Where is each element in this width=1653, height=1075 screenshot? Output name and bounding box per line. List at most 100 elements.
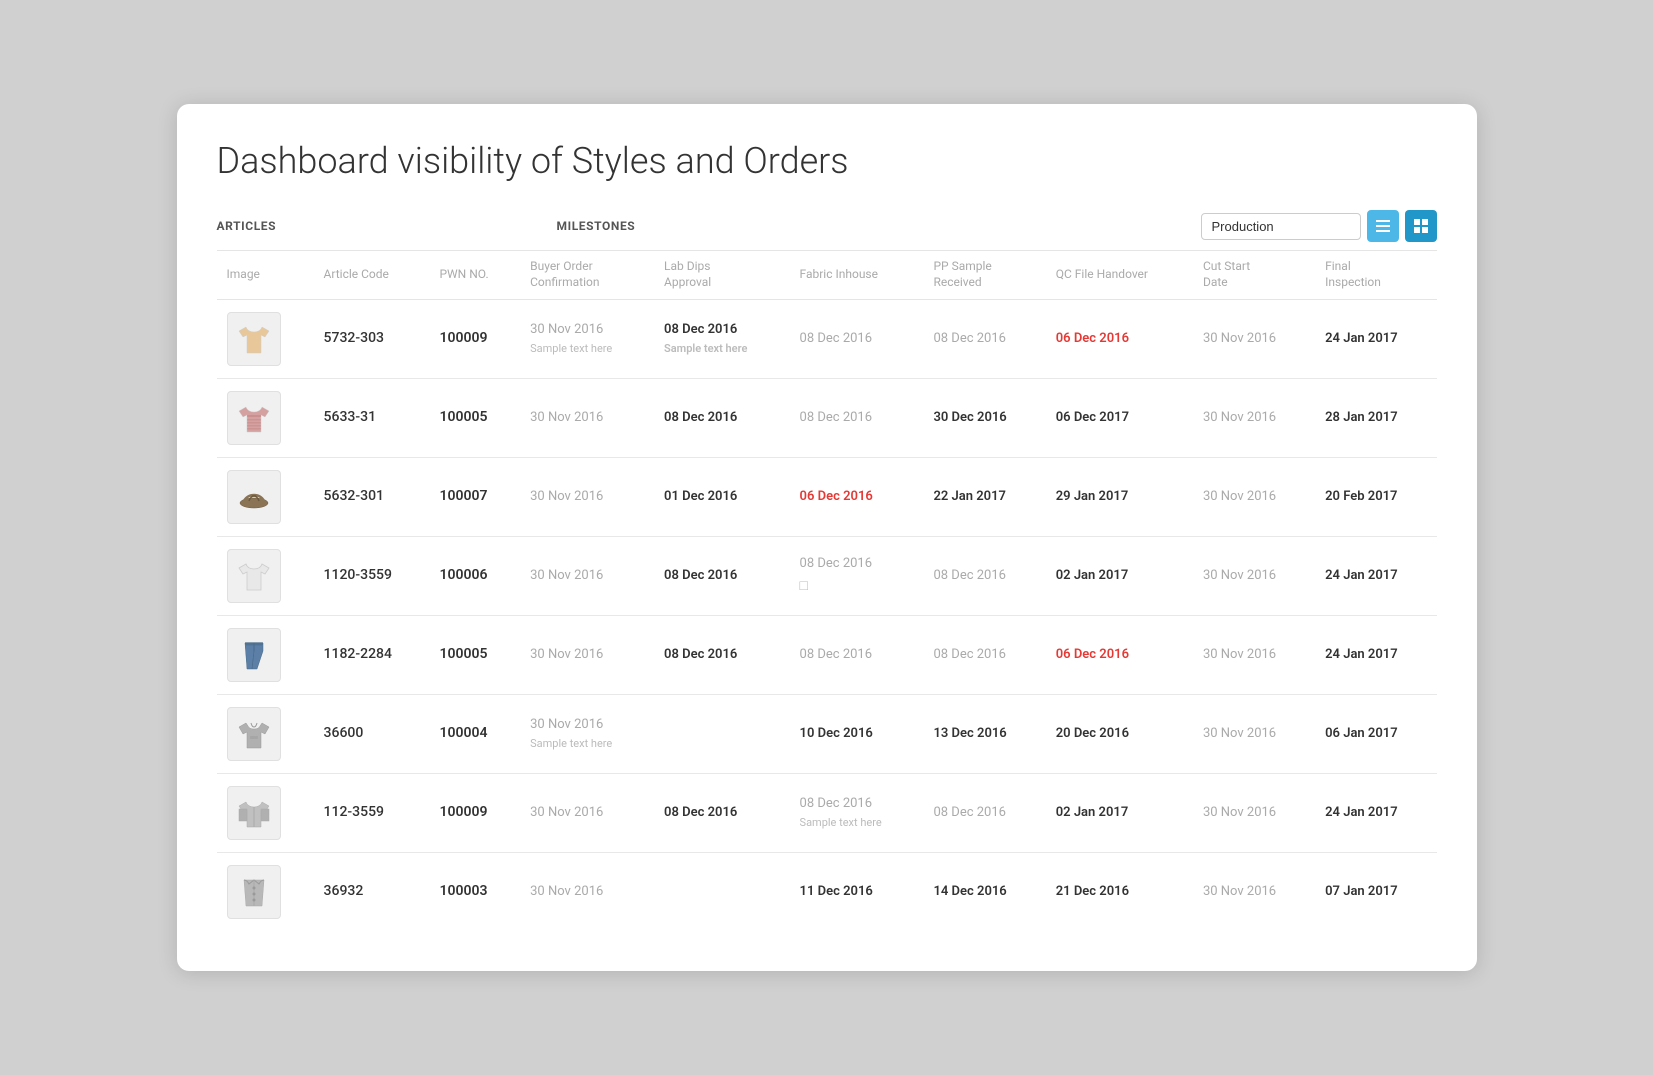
pp-sample-cell: 22 Jan 2017 xyxy=(923,457,1045,536)
lab-dips-cell: 01 Dec 2016 xyxy=(654,457,789,536)
col-lab-dips: Lab DipsApproval xyxy=(654,251,789,299)
articles-section-label: ARTICLES xyxy=(217,219,557,233)
pwn-no-cell: 100007 xyxy=(429,457,520,536)
cut-start-cell: 30 Nov 2016 xyxy=(1193,694,1315,773)
article-code-cell: 36932 xyxy=(314,852,430,931)
pp-sample-cell: 08 Dec 2016 xyxy=(923,299,1045,378)
col-qc-file: QC File Handover xyxy=(1046,251,1193,299)
qc-file-cell: 06 Dec 2016 xyxy=(1046,615,1193,694)
pwn-no-cell: 100009 xyxy=(429,773,520,852)
qc-file-cell: 06 Dec 2017 xyxy=(1046,378,1193,457)
article-image xyxy=(227,312,281,366)
article-image xyxy=(227,865,281,919)
col-cut-start: Cut StartDate xyxy=(1193,251,1315,299)
cut-start-cell: 30 Nov 2016 xyxy=(1193,536,1315,615)
qc-file-cell: 29 Jan 2017 xyxy=(1046,457,1193,536)
col-final-inspection: FinalInspection xyxy=(1315,251,1436,299)
final-inspection-cell: 28 Jan 2017 xyxy=(1315,378,1436,457)
article-code-cell: 5633-31 xyxy=(314,378,430,457)
final-inspection-cell: 20 Feb 2017 xyxy=(1315,457,1436,536)
fabric-inhouse-cell: 11 Dec 2016 xyxy=(790,852,924,931)
col-pp-sample: PP SampleReceived xyxy=(923,251,1045,299)
list-view-button[interactable] xyxy=(1367,210,1399,242)
article-code-cell: 5732-303 xyxy=(314,299,430,378)
grid-view-button[interactable] xyxy=(1405,210,1437,242)
table-row: 112-355910000930 Nov 201608 Dec 201608 D… xyxy=(217,773,1437,852)
article-image-cell xyxy=(217,457,314,536)
article-image xyxy=(227,628,281,682)
pp-sample-cell: 08 Dec 2016 xyxy=(923,536,1045,615)
fabric-inhouse-cell: 08 Dec 2016 xyxy=(790,378,924,457)
main-card: Dashboard visibility of Styles and Order… xyxy=(177,104,1477,970)
qc-file-cell: 02 Jan 2017 xyxy=(1046,536,1193,615)
qc-file-cell: 06 Dec 2016 xyxy=(1046,299,1193,378)
fabric-inhouse-cell: 08 Dec 2016 xyxy=(790,615,924,694)
article-image xyxy=(227,786,281,840)
lab-dips-cell: 08 Dec 2016 xyxy=(654,378,789,457)
table-row: 5732-30310000930 Nov 2016Sample text her… xyxy=(217,299,1437,378)
cut-start-cell: 30 Nov 2016 xyxy=(1193,299,1315,378)
article-image-cell xyxy=(217,536,314,615)
fabric-inhouse-cell: 08 Dec 2016 xyxy=(790,299,924,378)
cut-start-cell: 30 Nov 2016 xyxy=(1193,615,1315,694)
fabric-inhouse-cell: 10 Dec 2016 xyxy=(790,694,924,773)
grid-icon xyxy=(1414,219,1428,233)
buyer-order-cell: 30 Nov 2016 xyxy=(520,852,654,931)
final-inspection-cell: 06 Jan 2017 xyxy=(1315,694,1436,773)
table-row: 3660010000430 Nov 2016Sample text here10… xyxy=(217,694,1437,773)
pwn-no-cell: 100003 xyxy=(429,852,520,931)
table-row: 5632-30110000730 Nov 201601 Dec 201606 D… xyxy=(217,457,1437,536)
filter-input[interactable] xyxy=(1201,213,1361,240)
cut-start-cell: 30 Nov 2016 xyxy=(1193,457,1315,536)
table-section-header: ARTICLES MILESTONES xyxy=(217,210,1437,242)
lab-dips-cell xyxy=(654,694,789,773)
final-inspection-cell: 24 Jan 2017 xyxy=(1315,615,1436,694)
fabric-inhouse-cell: 08 Dec 2016Sample text here xyxy=(790,773,924,852)
pp-sample-cell: 30 Dec 2016 xyxy=(923,378,1045,457)
col-pwn-no: PWN NO. xyxy=(429,251,520,299)
comment-icon: □ xyxy=(800,577,914,597)
buyer-order-cell: 30 Nov 2016 xyxy=(520,378,654,457)
cut-start-cell: 30 Nov 2016 xyxy=(1193,852,1315,931)
article-image xyxy=(227,470,281,524)
buyer-order-cell: 30 Nov 2016 xyxy=(520,615,654,694)
lab-dips-cell xyxy=(654,852,789,931)
buyer-order-cell: 30 Nov 2016 xyxy=(520,457,654,536)
article-image-cell xyxy=(217,694,314,773)
buyer-order-cell: 30 Nov 2016Sample text here xyxy=(520,694,654,773)
article-image-cell xyxy=(217,773,314,852)
col-fabric-inhouse: Fabric Inhouse xyxy=(790,251,924,299)
table-row: 5633-3110000530 Nov 201608 Dec 201608 De… xyxy=(217,378,1437,457)
table-row: 1182-228410000530 Nov 201608 Dec 201608 … xyxy=(217,615,1437,694)
article-image xyxy=(227,549,281,603)
milestones-section-label: MILESTONES xyxy=(557,219,1201,233)
final-inspection-cell: 24 Jan 2017 xyxy=(1315,299,1436,378)
article-code-cell: 1120-3559 xyxy=(314,536,430,615)
pwn-no-cell: 100009 xyxy=(429,299,520,378)
final-inspection-cell: 24 Jan 2017 xyxy=(1315,536,1436,615)
article-image-cell xyxy=(217,378,314,457)
qc-file-cell: 21 Dec 2016 xyxy=(1046,852,1193,931)
cut-start-cell: 30 Nov 2016 xyxy=(1193,378,1315,457)
article-code-cell: 5632-301 xyxy=(314,457,430,536)
article-code-cell: 36600 xyxy=(314,694,430,773)
pp-sample-cell: 08 Dec 2016 xyxy=(923,615,1045,694)
article-image-cell xyxy=(217,299,314,378)
table-row: 3693210000330 Nov 201611 Dec 201614 Dec … xyxy=(217,852,1437,931)
fabric-inhouse-cell: 06 Dec 2016 xyxy=(790,457,924,536)
final-inspection-cell: 07 Jan 2017 xyxy=(1315,852,1436,931)
buyer-order-cell: 30 Nov 2016 xyxy=(520,773,654,852)
article-code-cell: 1182-2284 xyxy=(314,615,430,694)
page-title: Dashboard visibility of Styles and Order… xyxy=(217,140,1437,182)
col-buyer-order: Buyer OrderConfirmation xyxy=(520,251,654,299)
pp-sample-cell: 14 Dec 2016 xyxy=(923,852,1045,931)
buyer-order-cell: 30 Nov 2016Sample text here xyxy=(520,299,654,378)
pwn-no-cell: 100005 xyxy=(429,615,520,694)
pp-sample-cell: 08 Dec 2016 xyxy=(923,773,1045,852)
buyer-order-cell: 30 Nov 2016 xyxy=(520,536,654,615)
article-image-cell xyxy=(217,615,314,694)
qc-file-cell: 20 Dec 2016 xyxy=(1046,694,1193,773)
article-image xyxy=(227,391,281,445)
filter-area xyxy=(1201,210,1437,242)
article-image xyxy=(227,707,281,761)
